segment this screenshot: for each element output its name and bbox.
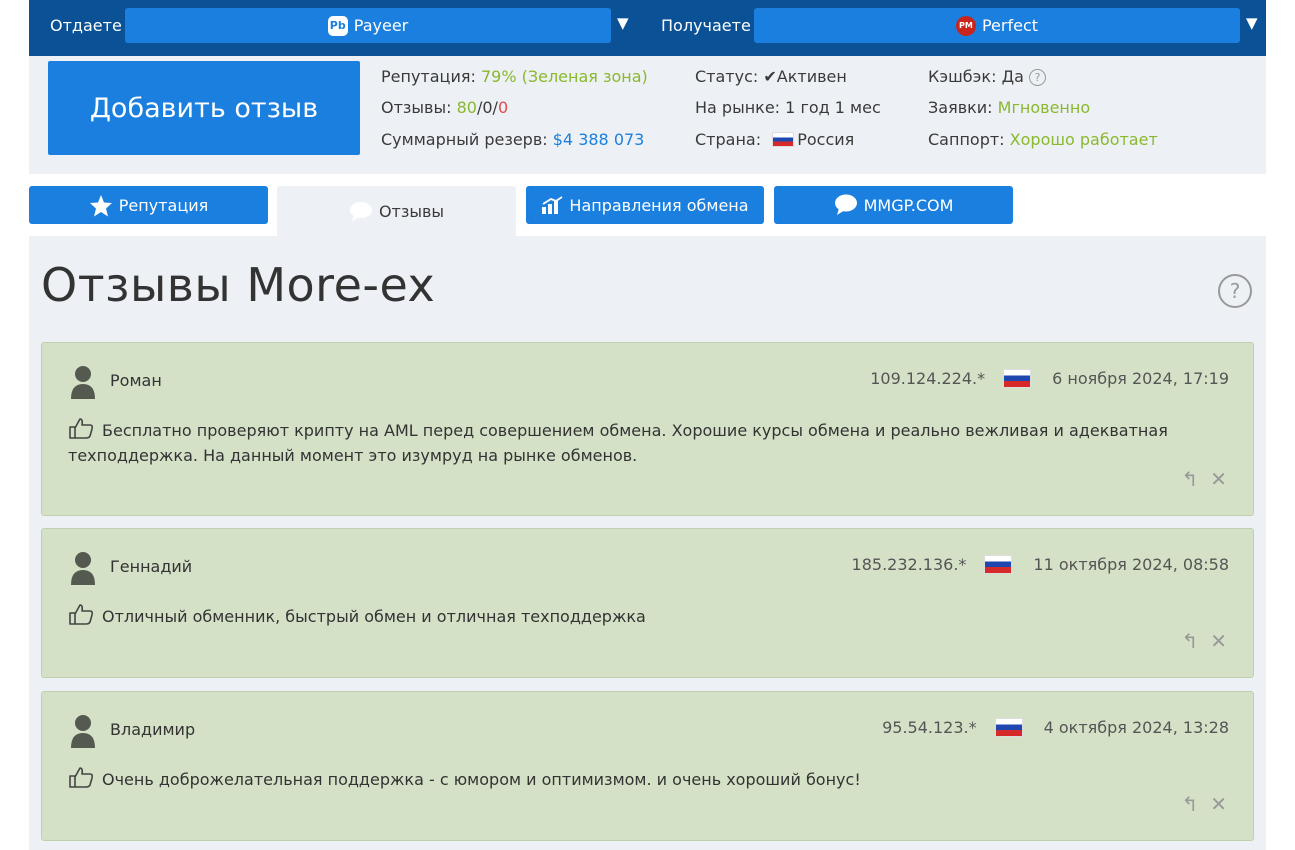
- market-label: На рынке:: [695, 98, 781, 117]
- cashback-label: Кэшбэк:: [928, 67, 997, 86]
- reviews-content: Отзывы More-ex ? Роман 109.124.224.* 6 н…: [29, 236, 1266, 850]
- reviewer-name: Владимир: [110, 720, 196, 739]
- review-actions: ↰ ✕: [1181, 629, 1227, 653]
- orders-line: Заявки: Мгновенно: [928, 98, 1090, 117]
- user-icon: [71, 715, 95, 748]
- status-label: Статус:: [695, 67, 759, 86]
- thumbs-up-icon: [69, 767, 94, 788]
- add-review-button[interactable]: Добавить отзыв: [48, 61, 360, 155]
- speech-bubble-icon: [834, 194, 857, 215]
- tab-reputation[interactable]: Репутация: [29, 186, 268, 224]
- cashback-value: Да: [1001, 67, 1024, 86]
- status-value: ✔Активен: [763, 67, 847, 86]
- tab-reputation-label: Репутация: [118, 195, 209, 215]
- reserve-value[interactable]: $4 388 073: [553, 130, 645, 149]
- orders-value: Мгновенно: [997, 98, 1091, 117]
- tab-mmgp-label: MMGP.COM: [863, 195, 954, 215]
- payeer-icon: Pb: [327, 15, 348, 36]
- review-date: 11 октября 2024, 08:58: [1033, 555, 1229, 574]
- perfect-money-icon: PM: [955, 15, 976, 36]
- give-currency-select[interactable]: Pb Payeer: [125, 8, 611, 43]
- reply-icon[interactable]: ↰: [1181, 629, 1198, 653]
- review-card: Владимир 95.54.123.* 4 октября 2024, 13:…: [41, 691, 1254, 841]
- give-currency-value: Payeer: [353, 16, 409, 35]
- thumbs-up-icon: [69, 604, 94, 625]
- reviewer-ip: 95.54.123.*: [882, 718, 977, 737]
- tab-exchange-directions-label: Направления обмена: [569, 195, 749, 215]
- reply-icon[interactable]: ↰: [1181, 467, 1198, 491]
- review-body: Отличный обменник, быстрый обмен и отлич…: [102, 607, 646, 626]
- orders-label: Заявки:: [928, 98, 993, 117]
- country-label: Страна:: [695, 130, 762, 149]
- chevron-down-icon[interactable]: ▼: [1246, 14, 1258, 32]
- reserve-label: Суммарный резерв:: [381, 130, 548, 149]
- russia-flag-icon: [1003, 369, 1032, 388]
- reputation-value: 79% (Зеленая зона): [480, 67, 648, 86]
- bar-chart-icon: [542, 196, 563, 214]
- country-line: Страна: Россия: [695, 130, 854, 149]
- country-value: Россия: [797, 130, 855, 149]
- close-icon[interactable]: ✕: [1210, 629, 1227, 653]
- get-currency-select[interactable]: PM Perfect: [754, 8, 1240, 43]
- tab-exchange-directions[interactable]: Направления обмена: [526, 186, 764, 224]
- russia-flag-icon: [994, 718, 1023, 737]
- reputation-label: Репутация:: [381, 67, 476, 86]
- tab-reviews[interactable]: Отзывы: [277, 186, 516, 236]
- review-meta: 95.54.123.* 4 октября 2024, 13:28: [882, 718, 1229, 737]
- user-icon: [71, 366, 95, 399]
- get-currency-value: Perfect: [981, 16, 1039, 35]
- market-line: На рынке: 1 год 1 мес: [695, 98, 881, 117]
- review-actions: ↰ ✕: [1181, 792, 1227, 816]
- tab-mmgp[interactable]: MMGP.COM: [774, 186, 1013, 224]
- reviewer-ip: 109.124.224.*: [870, 369, 986, 388]
- review-text: Бесплатно проверяют крипту на AML перед …: [68, 417, 1198, 468]
- reputation-line: Репутация: 79% (Зеленая зона): [381, 67, 648, 86]
- give-label: Отдаете: [50, 16, 122, 35]
- review-card: Геннадий 185.232.136.* 11 октября 2024, …: [41, 528, 1254, 678]
- review-meta: 109.124.224.* 6 ноября 2024, 17:19: [870, 369, 1229, 388]
- review-card: Роман 109.124.224.* 6 ноября 2024, 17:19…: [41, 342, 1254, 516]
- status-line: Статус: ✔Активен: [695, 67, 847, 86]
- reviewer-name: Роман: [110, 371, 162, 390]
- reviews-positive: 80: [456, 98, 477, 117]
- russia-flag-icon: [984, 555, 1013, 574]
- exchanger-info-panel: Добавить отзыв Репутация: 79% (Зеленая з…: [29, 56, 1266, 174]
- help-icon[interactable]: ?: [1218, 274, 1252, 308]
- close-icon[interactable]: ✕: [1210, 467, 1227, 491]
- review-date: 4 октября 2024, 13:28: [1043, 718, 1229, 737]
- review-date: 6 ноября 2024, 17:19: [1052, 369, 1229, 388]
- reviewer-name: Геннадий: [110, 557, 193, 576]
- chevron-down-icon[interactable]: ▼: [617, 14, 629, 32]
- cashback-line: Кэшбэк: Да ?: [928, 67, 1046, 86]
- review-text: Отличный обменник, быстрый обмен и отлич…: [68, 603, 1198, 629]
- support-line: Саппорт: Хорошо работает: [928, 130, 1158, 149]
- tab-reviews-label: Отзывы: [378, 201, 445, 221]
- support-value: Хорошо работает: [1009, 130, 1158, 149]
- support-label: Саппорт:: [928, 130, 1005, 149]
- reviews-neutral: 0: [482, 98, 493, 117]
- thumbs-up-icon: [69, 418, 94, 439]
- get-label: Получаете: [661, 16, 751, 35]
- review-text: Очень доброжелательная поддержка - с юмо…: [68, 766, 1198, 792]
- help-icon[interactable]: ?: [1028, 69, 1046, 86]
- reviews-negative: 0: [497, 98, 509, 117]
- page-title: Отзывы More-ex: [41, 258, 436, 312]
- star-icon: [89, 194, 112, 216]
- review-body: Очень доброжелательная поддержка - с юмо…: [102, 770, 861, 789]
- market-value: 1 год 1 мес: [785, 98, 881, 117]
- user-icon: [71, 552, 95, 585]
- review-actions: ↰ ✕: [1181, 467, 1227, 491]
- review-meta: 185.232.136.* 11 октября 2024, 08:58: [852, 555, 1229, 574]
- speech-bubble-icon: [349, 202, 372, 221]
- reply-icon[interactable]: ↰: [1181, 792, 1198, 816]
- review-body: Бесплатно проверяют крипту на AML перед …: [68, 421, 1168, 465]
- reviewer-ip: 185.232.136.*: [851, 555, 967, 574]
- russia-flag-icon: [772, 132, 795, 147]
- close-icon[interactable]: ✕: [1210, 792, 1227, 816]
- reserve-line: Суммарный резерв: $4 388 073: [381, 130, 644, 149]
- reviews-label: Отзывы:: [381, 98, 452, 117]
- reviews-count-line: Отзывы: 80/0/0: [381, 98, 509, 117]
- exchange-bar: Отдаете Pb Payeer ▼ Получаете PM Perfect…: [29, 0, 1266, 56]
